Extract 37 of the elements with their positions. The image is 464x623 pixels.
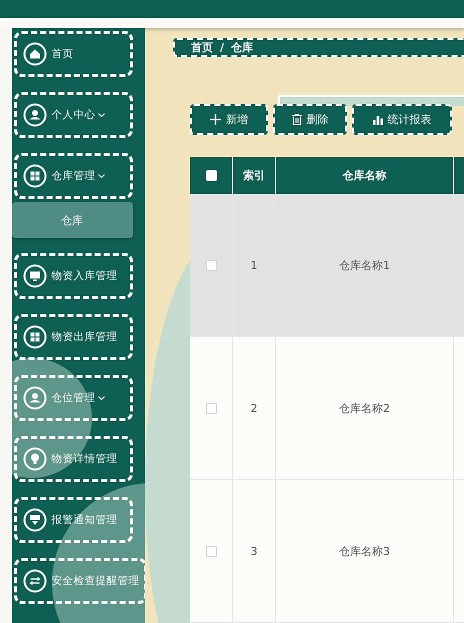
column-header xyxy=(454,157,464,194)
sidebar-item[interactable]: 仓库管理 xyxy=(14,153,133,199)
sidebar-item[interactable]: 个人中心 xyxy=(14,92,133,138)
grid-icon xyxy=(22,164,47,188)
switch-icon xyxy=(22,569,47,593)
sidebar-item[interactable]: 物资入库管理 xyxy=(14,253,133,299)
table-cell: 仓库名称3 xyxy=(276,480,454,623)
row-checkbox[interactable] xyxy=(206,546,216,556)
column-header: 索引 xyxy=(233,157,276,194)
trash-icon xyxy=(292,114,302,125)
bar-chart-icon xyxy=(372,114,382,124)
user-icon xyxy=(22,103,47,127)
plus-icon xyxy=(210,114,221,125)
row-checkbox[interactable] xyxy=(206,402,216,414)
column-header: 仓库名称 xyxy=(276,157,454,194)
sign-icon xyxy=(22,508,47,532)
user-icon xyxy=(22,386,47,410)
toolbar-button[interactable]: 统计报表 xyxy=(352,104,452,135)
select-all-checkbox[interactable] xyxy=(206,170,216,181)
sidebar-item[interactable]: 物资出库管理 xyxy=(14,314,133,360)
toolbar-button[interactable]: 新增 xyxy=(190,104,268,135)
toolbar-button[interactable]: 删除 xyxy=(273,104,347,135)
breadcrumb-separator: / xyxy=(220,41,224,54)
row-checkbox[interactable] xyxy=(206,260,216,270)
breadcrumb-link[interactable]: 首页 xyxy=(191,40,213,55)
submenu-item[interactable]: 仓库 xyxy=(12,202,133,238)
monitor-icon xyxy=(22,264,47,288)
home-icon xyxy=(22,42,47,66)
table-cell: 3 xyxy=(233,480,276,623)
chevron-down-icon xyxy=(98,174,105,178)
grid-icon xyxy=(22,325,47,349)
chevron-down-icon xyxy=(98,113,105,117)
chevron-down-icon xyxy=(98,396,105,400)
sidebar-item[interactable]: 首页 xyxy=(14,31,133,77)
sidebar-item[interactable]: 物资详情管理 xyxy=(14,436,133,482)
bulb-icon xyxy=(22,447,47,471)
breadcrumb-link[interactable]: 仓库 xyxy=(231,40,254,55)
